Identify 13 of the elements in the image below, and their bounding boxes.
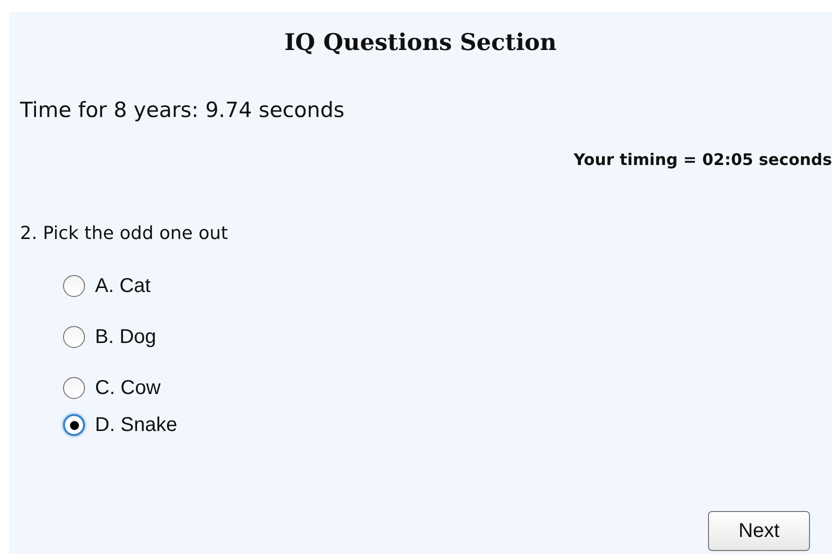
option-label: B. Dog [95,325,156,349]
option-label: C. Cow [95,376,161,400]
section-title: IQ Questions Section [284,28,557,58]
radio-button[interactable] [63,326,85,348]
time-info: Time for 8 years: 9.74 seconds [20,98,344,122]
timing-text: Your timing = 02:05 seconds [574,150,832,170]
radio-button[interactable] [63,414,85,436]
radio-button[interactable] [63,275,85,297]
radio-button[interactable] [63,377,85,399]
next-button[interactable]: Next [708,511,810,551]
question-text: 2. Pick the odd one out [20,223,228,244]
option-label: D. Snake [95,413,178,437]
option-label: A. Cat [95,274,151,298]
